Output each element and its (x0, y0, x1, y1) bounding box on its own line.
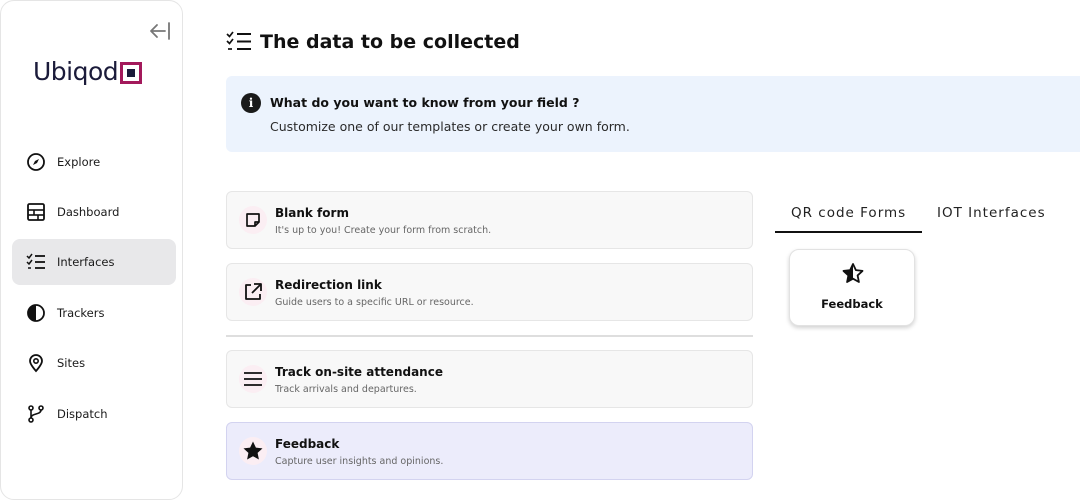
star-icon (239, 437, 267, 465)
option-subtitle: Guide users to a specific URL or resourc… (275, 297, 474, 308)
sidebar-item-label: Dispatch (57, 407, 108, 421)
sidebar-item-label: Explore (57, 155, 101, 169)
tab-qr-code-forms[interactable]: QR code Forms (791, 205, 906, 221)
info-subtitle: Customize one of our templates or create… (270, 119, 630, 134)
tab-iot-interfaces[interactable]: IOT Interfaces (937, 205, 1046, 221)
sidebar-item-trackers[interactable]: Trackers (12, 290, 176, 336)
qr-form-card-feedback[interactable]: Feedback (789, 249, 915, 326)
page-title-text: The data to be collected (260, 31, 520, 53)
checklist-icon (26, 252, 46, 272)
sidebar-item-sites[interactable]: Sites (12, 340, 176, 386)
info-icon: i (241, 93, 261, 113)
option-title: Track on-site attendance (275, 365, 443, 379)
divider (226, 335, 753, 337)
sidebar: Ubiqod Explore Dashboard Interfaces Trac… (0, 0, 183, 500)
qr-card-label: Feedback (821, 297, 883, 311)
map-pin-icon (26, 353, 46, 373)
option-title: Feedback (275, 437, 340, 451)
checklist-icon (226, 31, 251, 50)
active-tab-indicator (775, 231, 922, 233)
compass-icon (26, 152, 46, 172)
collapse-left-icon (150, 22, 170, 40)
info-banner: i What do you want to know from your fie… (226, 76, 1080, 152)
option-blank-form[interactable]: Blank form It's up to you! Create your f… (226, 191, 753, 249)
menu-lines-icon (239, 365, 267, 393)
branch-icon (26, 404, 46, 424)
option-subtitle: It's up to you! Create your form from sc… (275, 225, 492, 236)
sidebar-item-dashboard[interactable]: Dashboard (12, 189, 176, 235)
dashboard-icon (26, 202, 46, 222)
option-subtitle: Capture user insights and opinions. (275, 456, 444, 467)
sidebar-item-label: Dashboard (57, 205, 120, 219)
collapse-sidebar-button[interactable] (147, 20, 173, 42)
option-title: Redirection link (275, 278, 382, 292)
logo-text: Ubiqod (33, 57, 119, 86)
option-title: Blank form (275, 206, 349, 220)
sidebar-item-interfaces[interactable]: Interfaces (12, 239, 176, 285)
half-star-icon (842, 263, 864, 283)
half-circle-icon (26, 303, 46, 323)
external-link-icon (239, 278, 267, 306)
sidebar-item-label: Sites (57, 356, 86, 370)
sticky-note-icon (239, 206, 267, 234)
option-feedback[interactable]: Feedback Capture user insights and opini… (226, 422, 753, 480)
sidebar-item-label: Interfaces (57, 255, 115, 269)
logo[interactable]: Ubiqod (33, 57, 143, 86)
sidebar-item-dispatch[interactable]: Dispatch (12, 391, 176, 437)
logo-mark-icon (120, 61, 143, 84)
sidebar-item-label: Trackers (57, 306, 105, 320)
option-subtitle: Track arrivals and departures. (275, 384, 417, 395)
option-redirection-link[interactable]: Redirection link Guide users to a specif… (226, 263, 753, 321)
sidebar-item-explore[interactable]: Explore (12, 139, 176, 185)
info-title: What do you want to know from your field… (270, 95, 580, 110)
option-track-attendance[interactable]: Track on-site attendance Track arrivals … (226, 350, 753, 408)
page-title: The data to be collected (226, 30, 520, 54)
